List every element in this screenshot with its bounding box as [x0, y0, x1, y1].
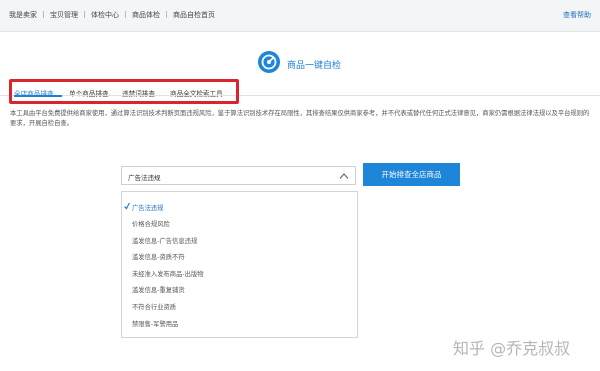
breadcrumb-divider	[43, 11, 44, 18]
check-icon	[124, 202, 130, 210]
option-label: 滥发信息-重复铺货	[132, 287, 185, 294]
select-current-value: 广告法违规	[128, 174, 161, 182]
option-label: 广告法违规	[132, 205, 164, 212]
dropdown-option[interactable]: 禁限售-军警用品	[132, 319, 178, 328]
start-store-check-button[interactable]: 开始排查全店商品	[363, 163, 460, 186]
self-check-gauge-icon	[258, 51, 280, 73]
watermark: 知乎 @乔克叔叔	[453, 339, 571, 358]
breadcrumb-divider	[166, 11, 167, 18]
dropdown-option[interactable]: 不符合行业资质	[132, 302, 176, 311]
breadcrumb-item-product-management[interactable]: 宝贝管理	[50, 10, 78, 20]
option-label: 滥发信息-广告信息违规	[132, 238, 198, 245]
annotation-highlight-box	[9, 79, 239, 104]
breadcrumb-item-check-center[interactable]: 体检中心	[91, 10, 119, 20]
violation-type-dropdown: 广告法违规 价格合规风险 滥发信息-广告信息违规 滥发信息-资质不符 未经准入发…	[121, 191, 358, 338]
breadcrumb-item-self-check-home: 商品自检首页	[173, 11, 215, 19]
page-title: 商品一键自检	[287, 61, 342, 71]
chevron-up-icon	[339, 173, 349, 179]
option-label: 未经准入发布商品-出版物	[132, 271, 204, 278]
breadcrumb-item-seller[interactable]: 我是卖家	[9, 10, 37, 20]
option-label: 滥发信息-资质不符	[132, 254, 185, 261]
breadcrumb-item-product-check[interactable]: 商品体检	[132, 10, 160, 20]
breadcrumb-divider	[125, 11, 126, 18]
dropdown-option[interactable]: 广告法违规	[124, 202, 164, 212]
breadcrumb: 我是卖家 宝贝管理 体检中心 商品体检 商品自检首页	[9, 10, 215, 20]
top-bar: 我是卖家 宝贝管理 体检中心 商品体检 商品自检首页 查看帮助	[0, 0, 600, 32]
option-label: 禁限售-军警用品	[132, 321, 179, 328]
breadcrumb-divider	[84, 11, 85, 18]
help-link[interactable]: 查看帮助	[563, 10, 591, 20]
tool-description: 本工具由平台免费提供给商家使用，通过算法识别技术判断页面违规风险，鉴于算法识别技…	[10, 110, 590, 127]
dropdown-option[interactable]: 滥发信息-资质不符	[132, 252, 185, 261]
option-label: 价格合规风险	[132, 221, 170, 228]
dropdown-option[interactable]: 未经准入发布商品-出版物	[132, 269, 204, 278]
dropdown-option[interactable]: 滥发信息-重复铺货	[132, 285, 185, 294]
violation-type-select[interactable]: 广告法违规	[121, 166, 356, 185]
dropdown-option[interactable]: 滥发信息-广告信息违规	[132, 236, 197, 245]
dropdown-option[interactable]: 价格合规风险	[132, 219, 170, 228]
option-label: 不符合行业资质	[132, 304, 177, 311]
